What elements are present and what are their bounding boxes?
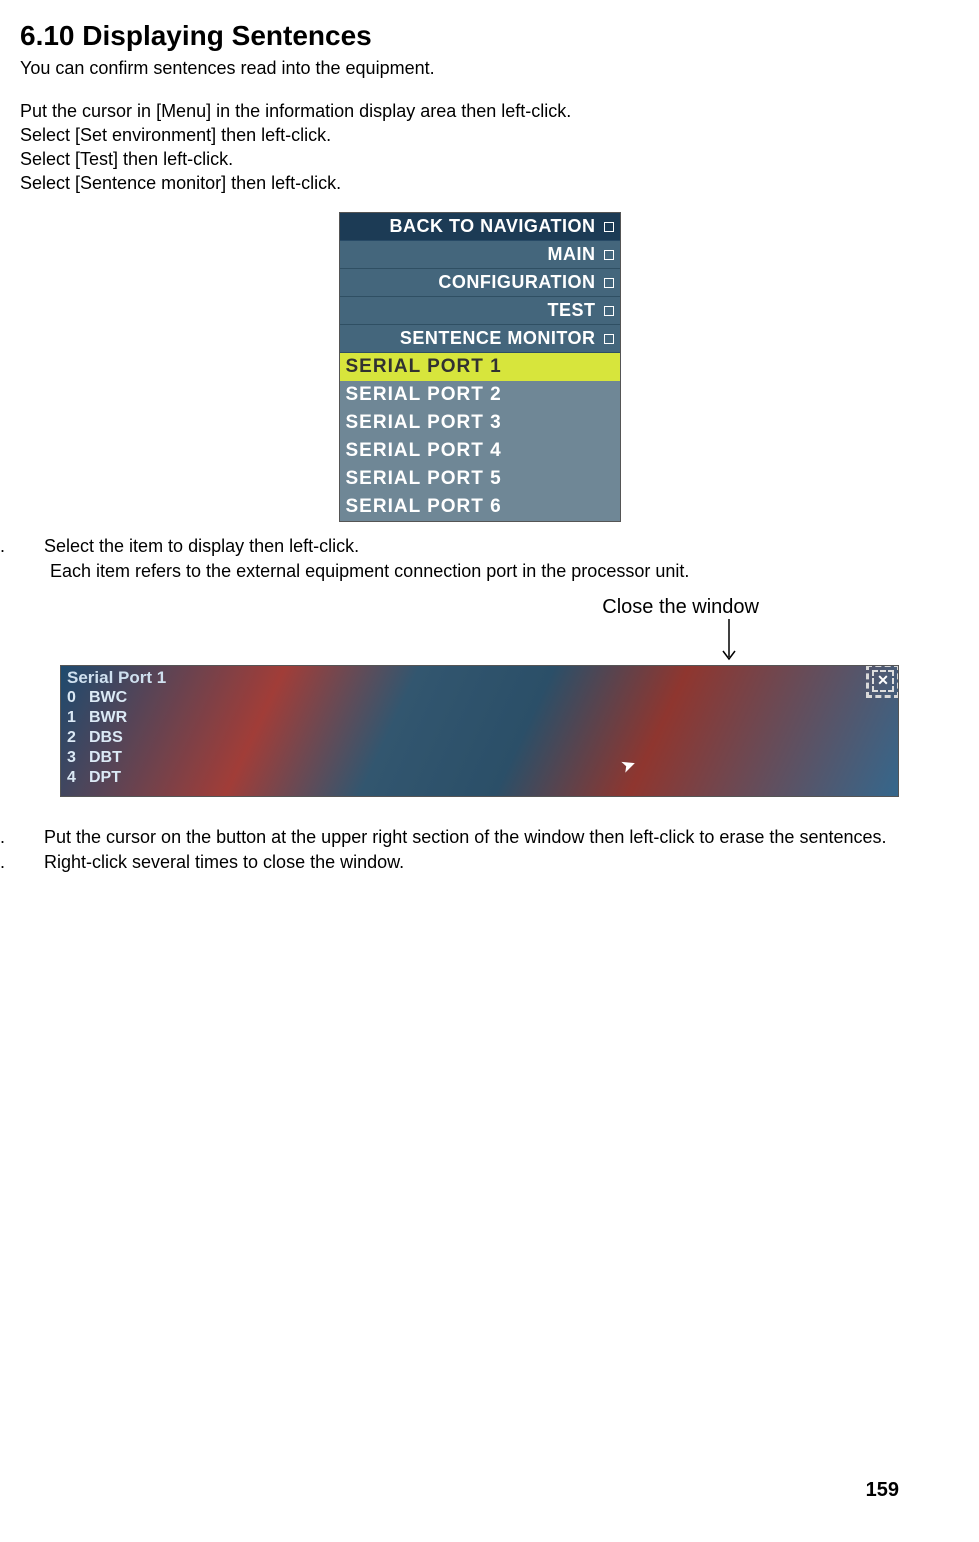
step-text: Select the item to display then left-cli…: [44, 536, 359, 556]
monitor-row: 1BWR: [67, 708, 892, 728]
step-number: 7.: [20, 852, 44, 873]
menu-item-serial-port-1[interactable]: SERIAL PORT 1: [340, 353, 620, 381]
menu-label: SERIAL PORT 1: [346, 356, 502, 378]
section-heading: 6.10 Displaying Sentences: [20, 20, 939, 52]
menu-item-configuration[interactable]: CONFIGURATION: [340, 269, 620, 297]
monitor-title: Serial Port 1: [61, 666, 898, 688]
menu-label: BACK TO NAVIGATION: [390, 216, 596, 237]
menu-label: SERIAL PORT 6: [346, 496, 502, 518]
menu-item-back-to-navigation[interactable]: BACK TO NAVIGATION: [340, 213, 620, 241]
menu-label: SENTENCE MONITOR: [400, 328, 596, 349]
row-code: DPT: [89, 769, 121, 786]
monitor-row: 2DBS: [67, 728, 892, 748]
row-index: 2: [67, 728, 89, 748]
submenu-icon: [604, 250, 614, 260]
monitor-row: 3DBT: [67, 748, 892, 768]
row-index: 1: [67, 708, 89, 728]
menu-label: SERIAL PORT 3: [346, 412, 502, 434]
close-window-button[interactable]: ✕: [872, 670, 894, 692]
pre-step-2: Select [Set environment] then left-click…: [20, 125, 939, 146]
step-7: 7.Right-click several times to close the…: [20, 852, 939, 873]
row-code: DBS: [89, 729, 123, 746]
row-code: BWR: [89, 709, 127, 726]
menu-item-main[interactable]: MAIN: [340, 241, 620, 269]
pre-step-3: Select [Test] then left-click.: [20, 149, 939, 170]
row-index: 3: [67, 748, 89, 768]
menu-figure: BACK TO NAVIGATION MAIN CONFIGURATION TE…: [339, 212, 621, 522]
menu-item-serial-port-5[interactable]: SERIAL PORT 5: [340, 465, 620, 493]
menu-label: SERIAL PORT 2: [346, 384, 502, 406]
menu-item-serial-port-6[interactable]: SERIAL PORT 6: [340, 493, 620, 521]
intro-text: You can confirm sentences read into the …: [20, 58, 939, 79]
menu-item-sentence-monitor[interactable]: SENTENCE MONITOR: [340, 325, 620, 353]
menu-label: MAIN: [548, 244, 596, 265]
step-6: 6.Put the cursor on the button at the up…: [20, 827, 939, 848]
pre-step-1: Put the cursor in [Menu] in the informat…: [20, 101, 939, 122]
section-number: 6.10: [20, 20, 75, 51]
step-5: 5.Select the item to display then left-c…: [20, 536, 939, 557]
menu-label: SERIAL PORT 5: [346, 468, 502, 490]
submenu-icon: [604, 306, 614, 316]
sentence-monitor-window: Serial Port 1 0BWC 1BWR 2DBS 3DBT 4DPT ✕…: [60, 665, 899, 797]
monitor-rows: 0BWC 1BWR 2DBS 3DBT 4DPT: [61, 688, 898, 788]
arrow-down-icon: [719, 619, 739, 665]
row-code: DBT: [89, 749, 122, 766]
page-number: 159: [866, 1479, 899, 1502]
step-text: Put the cursor on the button at the uppe…: [44, 827, 887, 847]
menu-item-serial-port-4[interactable]: SERIAL PORT 4: [340, 437, 620, 465]
menu-item-serial-port-2[interactable]: SERIAL PORT 2: [340, 381, 620, 409]
menu-label: CONFIGURATION: [438, 272, 595, 293]
menu-item-serial-port-3[interactable]: SERIAL PORT 3: [340, 409, 620, 437]
menu-label: TEST: [547, 300, 595, 321]
arrow-to-close: [20, 619, 939, 665]
row-code: BWC: [89, 689, 127, 706]
submenu-icon: [604, 278, 614, 288]
row-index: 4: [67, 768, 89, 788]
monitor-row: 4DPT: [67, 768, 892, 788]
close-window-label: Close the window: [20, 596, 759, 619]
menu-label: SERIAL PORT 4: [346, 440, 502, 462]
submenu-icon: [604, 222, 614, 232]
row-index: 0: [67, 688, 89, 708]
menu-item-test[interactable]: TEST: [340, 297, 620, 325]
submenu-icon: [604, 334, 614, 344]
pre-step-4: Select [Sentence monitor] then left-clic…: [20, 173, 939, 194]
step-number: 6.: [20, 827, 44, 848]
step-5-sub: Each item refers to the external equipme…: [50, 561, 939, 582]
step-text: Right-click several times to close the w…: [44, 852, 404, 872]
step-number: 5.: [20, 536, 44, 557]
monitor-row: 0BWC: [67, 688, 892, 708]
section-title-text: Displaying Sentences: [82, 20, 371, 51]
